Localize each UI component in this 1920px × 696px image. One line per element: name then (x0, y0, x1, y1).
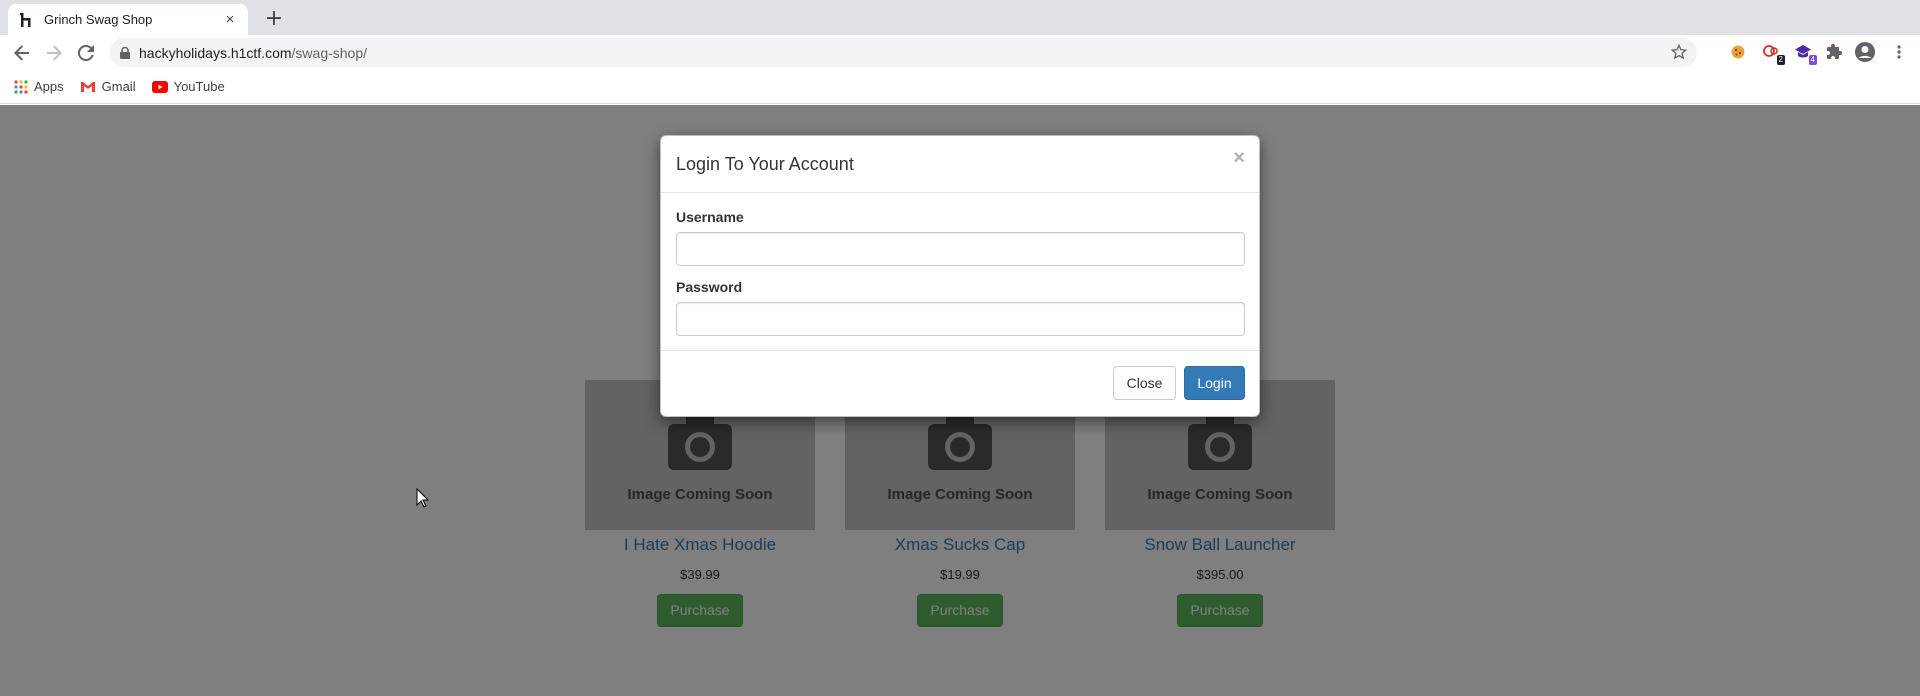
bookmark-label: YouTube (173, 79, 225, 94)
close-button[interactable]: Close (1113, 366, 1176, 400)
bookmark-label: Gmail (101, 79, 136, 94)
forward-arrow-icon[interactable] (42, 41, 66, 65)
youtube-icon (151, 80, 168, 93)
profile-avatar-icon[interactable] (1854, 41, 1876, 63)
tab-strip: Grinch Swag Shop × + (0, 0, 1920, 35)
url-text: hackyholidays.h1ctf.com/swag-shop/ (139, 45, 367, 61)
hackerone-favicon-icon (18, 12, 34, 28)
browser-tab[interactable]: Grinch Swag Shop × (8, 4, 248, 35)
bookmark-label: Apps (34, 79, 64, 94)
tab-title: Grinch Swag Shop (44, 12, 153, 27)
modal-footer: Close Login (661, 351, 1259, 417)
bookmark-apps[interactable]: Apps (14, 79, 64, 94)
browser-toolbar: hackyholidays.h1ctf.com/swag-shop/ 2 4 (0, 35, 1920, 70)
mouse-cursor-icon (416, 488, 430, 508)
bookmark-youtube[interactable]: YouTube (151, 79, 225, 94)
apps-grid-icon (14, 79, 28, 94)
back-arrow-icon[interactable] (10, 41, 34, 65)
url-path: /swag-shop/ (291, 44, 368, 61)
login-modal: Login To Your Account × Username Passwor… (660, 135, 1260, 417)
gmail-icon (80, 81, 96, 93)
extension-badge-count: 2 (1776, 55, 1785, 65)
password-label: Password (676, 279, 743, 295)
browser-menu-icon[interactable] (1888, 41, 1910, 63)
modal-title: Login To Your Account (676, 154, 854, 174)
cookie-extension-icon[interactable] (1727, 41, 1749, 63)
username-label: Username (676, 209, 744, 225)
graduation-extension-icon[interactable]: 4 (1792, 41, 1817, 65)
bookmark-gmail[interactable]: Gmail (80, 79, 136, 94)
new-tab-button[interactable]: + (262, 8, 286, 32)
extension-badge-count: 4 (1808, 55, 1817, 65)
bookmarks-bar: Apps Gmail YouTube (0, 70, 1920, 104)
modal-header: Login To Your Account × (661, 136, 1259, 193)
modal-close-icon[interactable]: × (1233, 148, 1245, 168)
login-button[interactable]: Login (1184, 366, 1245, 400)
lock-icon (120, 46, 130, 59)
url-host: hackyholidays.h1ctf.com (139, 44, 292, 61)
extensions-puzzle-icon[interactable] (1824, 41, 1846, 63)
page-content: Image Coming Soon I Hate Xmas Hoodie $39… (0, 105, 1920, 696)
username-input[interactable] (676, 232, 1245, 266)
extension-badge-icon[interactable]: 2 (1760, 41, 1785, 65)
address-bar[interactable]: hackyholidays.h1ctf.com/swag-shop/ (110, 38, 1697, 67)
modal-body: Username Password (661, 193, 1259, 351)
password-input[interactable] (676, 302, 1245, 336)
bookmark-star-icon[interactable] (1670, 43, 1688, 65)
tab-close-icon[interactable]: × (222, 11, 238, 28)
reload-icon[interactable] (74, 41, 98, 65)
